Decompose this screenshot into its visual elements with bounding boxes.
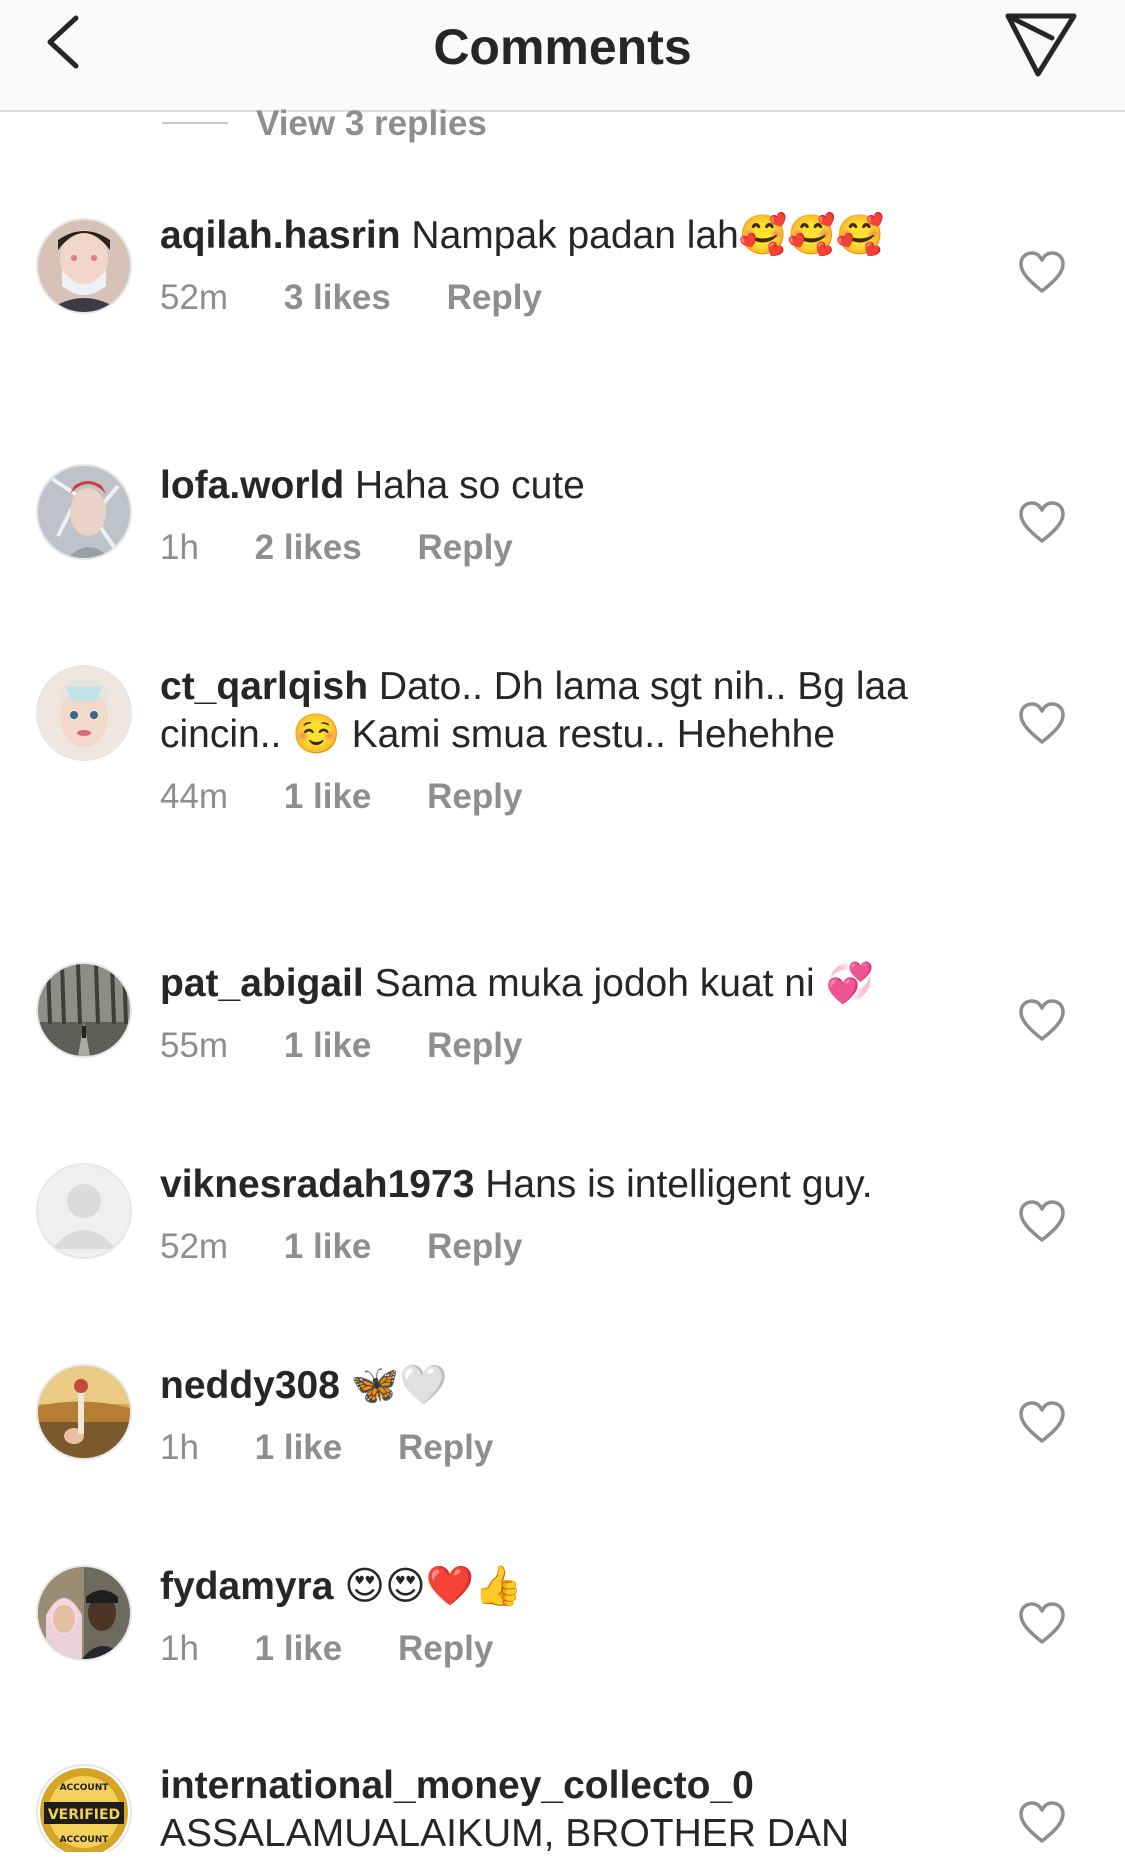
comment-meta: 1h 1 like Reply	[160, 1629, 980, 1669]
badge-top-text: ACCOUNT	[60, 1783, 110, 1793]
reply-button[interactable]: Reply	[398, 1629, 493, 1669]
comment-likes[interactable]: 1 like	[284, 777, 372, 817]
heart-icon[interactable]	[1018, 250, 1066, 294]
comment-meta: 1h 2 likes Reply	[160, 528, 980, 568]
replies-divider	[162, 122, 228, 124]
avatar[interactable]	[36, 1364, 132, 1460]
comment-body: ct_qarlqish Dato.. Dh lama sgt nih.. Bg …	[160, 663, 980, 817]
page-title: Comments	[433, 19, 692, 75]
reply-button[interactable]: Reply	[427, 1227, 522, 1267]
avatar[interactable]	[36, 464, 132, 560]
comment-likes[interactable]: 1 like	[255, 1428, 343, 1468]
comment-message: Nampak padan lah🥰🥰🥰	[411, 214, 885, 257]
reply-button[interactable]: Reply	[447, 278, 542, 318]
heart-icon[interactable]	[1018, 1601, 1066, 1645]
comment-message: Haha so cute	[355, 464, 585, 507]
heart-icon[interactable]	[1018, 1800, 1066, 1844]
comment-username[interactable]: pat_abigail	[160, 962, 364, 1005]
avatar[interactable]	[36, 1565, 132, 1661]
paper-plane-icon[interactable]	[1000, 8, 1080, 80]
comment-time: 52m	[160, 1227, 229, 1266]
comment-meta: 1h 1 like Reply	[160, 1428, 980, 1468]
comment-meta: 55m 1 like Reply	[160, 1026, 980, 1066]
comment-time: 1h	[160, 1428, 199, 1467]
comment-body: fydamyra 😍😍❤️👍 1h 1 like Reply	[160, 1563, 980, 1669]
comment-time: 1h	[160, 528, 199, 567]
comment-username[interactable]: viknesradah1973	[160, 1163, 474, 1206]
comment-meta: 52m 1 like Reply	[160, 1227, 980, 1267]
avatar[interactable]	[36, 1163, 132, 1259]
comment-text: lofa.world Haha so cute	[160, 462, 980, 510]
heart-icon[interactable]	[1018, 998, 1066, 1042]
comment-message: ASSALAMUALAIKUM, BROTHER DAN	[160, 1812, 850, 1855]
reply-button[interactable]: Reply	[398, 1428, 493, 1468]
badge-middle-text: VERIFIED	[48, 1807, 120, 1823]
comment-time: 52m	[160, 278, 229, 317]
avatar[interactable]	[36, 665, 132, 761]
badge-bottom-text: ACCOUNT	[60, 1835, 110, 1845]
comment-message: Hans is intelligent guy.	[485, 1163, 873, 1206]
comment-text: viknesradah1973 Hans is intelligent guy.	[160, 1161, 980, 1209]
view-replies-label: View 3 replies	[256, 104, 487, 143]
heart-icon[interactable]	[1018, 1199, 1066, 1243]
heart-icon[interactable]	[1018, 500, 1066, 544]
heart-icon[interactable]	[1018, 701, 1066, 745]
comment-body: pat_abigail Sama muka jodoh kuat ni 💞 55…	[160, 960, 980, 1066]
reply-button[interactable]: Reply	[417, 528, 512, 568]
comment-text: ct_qarlqish Dato.. Dh lama sgt nih.. Bg …	[160, 663, 980, 759]
avatar[interactable]	[36, 962, 132, 1058]
comment-text: international_money_collecto_0 ASSALAMUA…	[160, 1762, 980, 1858]
comment-username[interactable]: neddy308	[160, 1364, 340, 1407]
reply-button[interactable]: Reply	[427, 777, 522, 817]
comment-meta: 52m 3 likes Reply	[160, 278, 980, 318]
comment-body: neddy308 🦋🤍 1h 1 like Reply	[160, 1362, 980, 1468]
comment-text: neddy308 🦋🤍	[160, 1362, 980, 1410]
comment-likes[interactable]: 2 likes	[255, 528, 362, 568]
comment-likes[interactable]: 1 like	[284, 1227, 372, 1267]
comment-body: aqilah.hasrin Nampak padan lah🥰🥰🥰 52m 3 …	[160, 212, 980, 318]
comment-username[interactable]: ct_qarlqish	[160, 665, 368, 708]
comment-time: 1h	[160, 1629, 199, 1668]
comment-username[interactable]: lofa.world	[160, 464, 344, 507]
comment-username[interactable]: fydamyra	[160, 1565, 333, 1608]
comment-time: 44m	[160, 777, 229, 816]
comment-username[interactable]: international_money_collecto_0	[160, 1764, 754, 1807]
heart-icon[interactable]	[1018, 1400, 1066, 1444]
comment-body: viknesradah1973 Hans is intelligent guy.…	[160, 1161, 980, 1267]
comment-likes[interactable]: 1 like	[284, 1026, 372, 1066]
comment-body: international_money_collecto_0 ASSALAMUA…	[160, 1762, 980, 1858]
avatar[interactable]: VERIFIED ACCOUNT ACCOUNT	[36, 1764, 132, 1860]
header-bar: Comments	[0, 0, 1125, 112]
bottom-edge	[0, 1852, 1125, 1876]
comment-likes[interactable]: 1 like	[255, 1629, 343, 1669]
avatar[interactable]	[36, 218, 132, 314]
comment-text: pat_abigail Sama muka jodoh kuat ni 💞	[160, 960, 980, 1008]
comment-message: Sama muka jodoh kuat ni 💞	[374, 962, 875, 1005]
comment-text: fydamyra 😍😍❤️👍	[160, 1563, 980, 1611]
comment-text: aqilah.hasrin Nampak padan lah🥰🥰🥰	[160, 212, 980, 260]
comment-time: 55m	[160, 1026, 229, 1065]
comment-meta: 44m 1 like Reply	[160, 777, 980, 817]
comment-message: 😍😍❤️👍	[344, 1565, 523, 1608]
comment-body: lofa.world Haha so cute 1h 2 likes Reply	[160, 462, 980, 568]
comment-likes[interactable]: 3 likes	[284, 278, 391, 318]
comment-username[interactable]: aqilah.hasrin	[160, 214, 401, 257]
reply-button[interactable]: Reply	[427, 1026, 522, 1066]
comment-message: 🦋🤍	[350, 1364, 448, 1407]
